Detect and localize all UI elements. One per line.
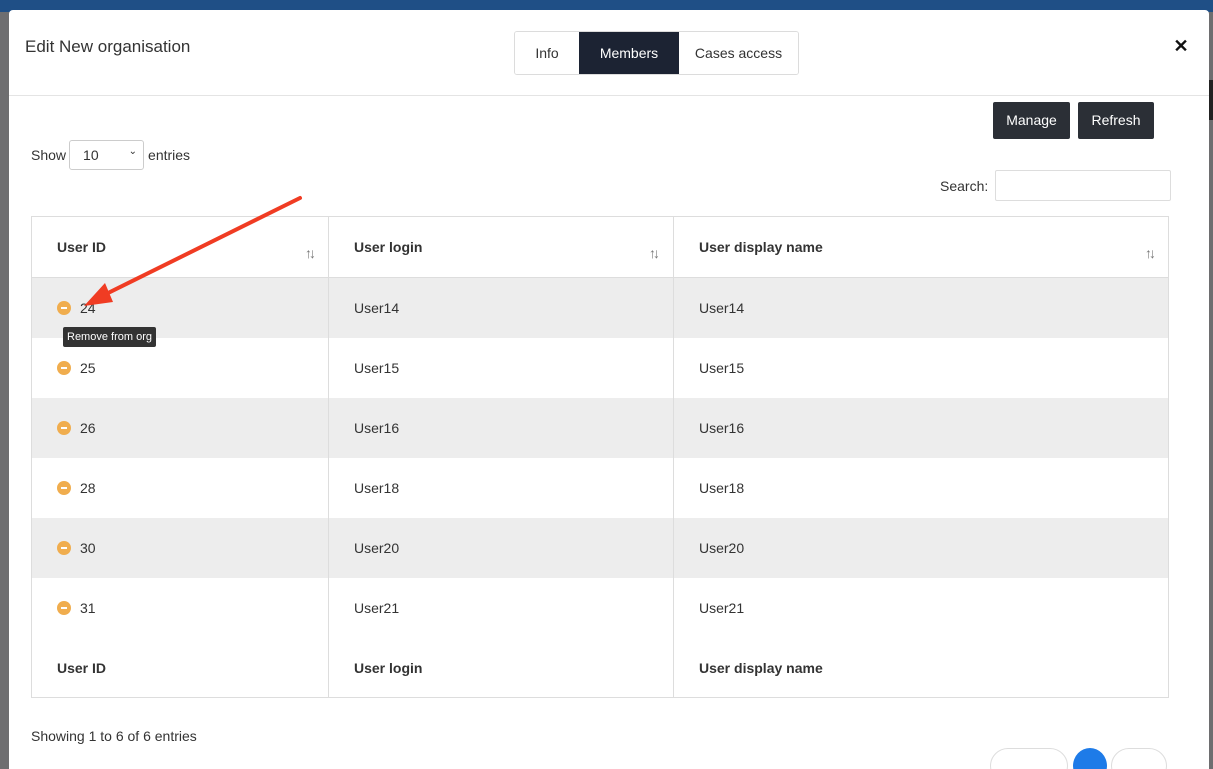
page-length-control: Show 10 ⌄ entries <box>31 140 190 170</box>
members-table: User ID User login User display name ↑↓ … <box>31 216 1169 698</box>
user-display-name-cell: User16 <box>699 420 745 436</box>
close-icon[interactable]: ✕ <box>1172 36 1190 58</box>
modal-header: Edit New organisation Info Members Cases… <box>9 10 1209 96</box>
entries-label: entries <box>148 147 191 163</box>
table-row: 30 User20 User20 <box>32 518 1168 578</box>
column-header-user-login[interactable]: User login <box>354 217 422 277</box>
user-login-cell: User20 <box>354 540 400 556</box>
show-label: Show <box>31 147 67 163</box>
table-row: 25 User15 User15 <box>32 338 1168 398</box>
column-divider <box>673 217 674 697</box>
chevron-down-icon: ⌄ <box>128 146 138 157</box>
manage-button[interactable]: Manage <box>993 102 1070 139</box>
pagination-previous-button[interactable] <box>990 748 1068 769</box>
user-id-cell: 30 <box>57 518 96 578</box>
footer-user-id: User ID <box>57 660 107 676</box>
page-length-select[interactable]: 10 ⌄ <box>69 140 145 170</box>
user-login-cell: User14 <box>354 300 400 316</box>
tab-cases-access[interactable]: Cases access <box>679 32 798 74</box>
user-display-name-cell: User21 <box>699 600 745 616</box>
column-header-user-display-name[interactable]: User display name <box>699 217 823 277</box>
refresh-button[interactable]: Refresh <box>1078 102 1154 139</box>
search-control: Search: <box>940 170 1172 201</box>
user-login-cell: User21 <box>354 600 400 616</box>
remove-tooltip: Remove from org <box>63 327 156 347</box>
table-info: Showing 1 to 6 of 6 entries <box>31 728 197 744</box>
column-header-user-id[interactable]: User ID <box>57 217 106 277</box>
pagination-next-button[interactable] <box>1111 748 1167 769</box>
search-input[interactable] <box>995 170 1172 201</box>
user-display-name-cell: User15 <box>699 360 745 376</box>
table-row: 31 User21 User21 <box>32 578 1168 638</box>
remove-from-org-icon[interactable] <box>57 361 71 375</box>
remove-from-org-icon[interactable] <box>57 601 71 615</box>
page-length-value: 10 <box>83 147 99 163</box>
table-row: 28 User18 User18 <box>32 458 1168 518</box>
user-id-cell: 28 <box>57 458 96 518</box>
tab-members[interactable]: Members <box>579 32 679 74</box>
remove-from-org-icon[interactable] <box>57 301 71 315</box>
table-row: 26 User16 User16 <box>32 398 1168 458</box>
footer-user-display-name: User display name <box>699 660 823 676</box>
user-id-cell: 31 <box>57 578 96 638</box>
table-footer-row: User ID User login User display name <box>32 638 1168 698</box>
remove-from-org-icon[interactable] <box>57 481 71 495</box>
sort-icon[interactable]: ↑↓ <box>1145 245 1156 261</box>
user-display-name-cell: User20 <box>699 540 745 556</box>
remove-from-org-icon[interactable] <box>57 421 71 435</box>
table-header-row: User ID User login User display name ↑↓ … <box>32 217 1168 278</box>
user-login-cell: User18 <box>354 480 400 496</box>
modal-title: Edit New organisation <box>25 37 191 56</box>
user-login-cell: User15 <box>354 360 400 376</box>
user-display-name-cell: User18 <box>699 480 745 496</box>
search-label: Search: <box>940 177 989 194</box>
tab-info[interactable]: Info <box>515 32 579 74</box>
tab-bar: Info Members Cases access <box>514 31 799 75</box>
user-id-cell: 25 <box>57 338 96 398</box>
sort-icon[interactable]: ↑↓ <box>305 245 316 261</box>
user-login-cell: User16 <box>354 420 400 436</box>
user-id-cell: 26 <box>57 398 96 458</box>
footer-user-login: User login <box>354 660 423 676</box>
sort-icon[interactable]: ↑↓ <box>649 245 660 261</box>
remove-from-org-icon[interactable] <box>57 541 71 555</box>
user-display-name-cell: User14 <box>699 300 745 316</box>
column-divider <box>328 217 329 697</box>
table-row: 24 User14 User14 <box>32 278 1168 338</box>
